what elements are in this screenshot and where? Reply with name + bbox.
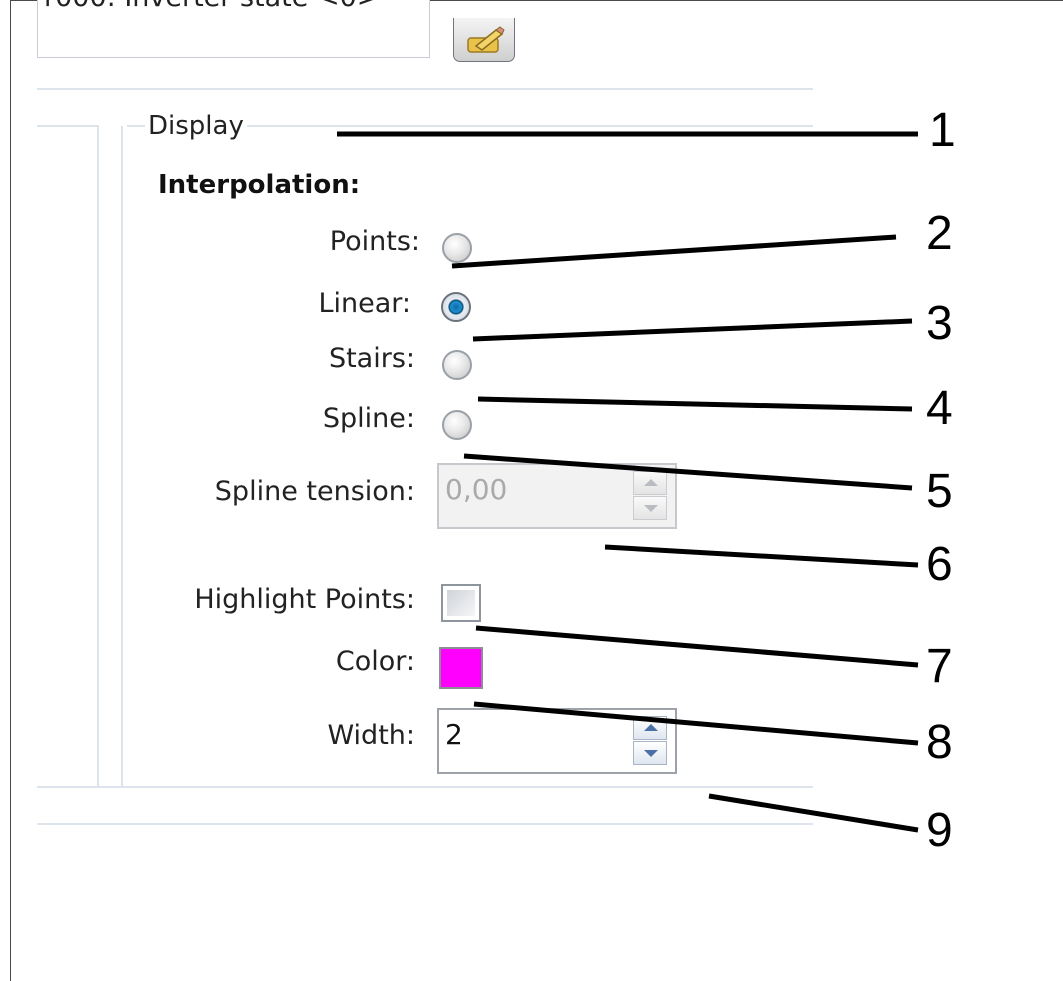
callout-number-6: 6	[926, 538, 953, 591]
callout-number-2: 2	[926, 207, 953, 260]
callout-number-1: 1	[929, 104, 956, 157]
callout-number-3: 3	[926, 297, 953, 350]
callout-line-3	[472, 318, 913, 342]
callout-line-4	[477, 396, 913, 412]
callout-number-8: 8	[926, 716, 953, 769]
callout-line-5	[463, 453, 913, 491]
callout-number-7: 7	[926, 640, 953, 693]
callout-number-9: 9	[926, 804, 953, 857]
callout-line-8	[473, 701, 919, 746]
callout-line-7	[475, 625, 919, 668]
callout-line-9	[708, 793, 919, 833]
callout-number-5: 5	[926, 465, 953, 518]
callout-number-4: 4	[926, 382, 953, 435]
callout-line-6	[604, 544, 919, 568]
callout-lines	[337, 131, 919, 833]
callout-line-2	[451, 234, 897, 269]
